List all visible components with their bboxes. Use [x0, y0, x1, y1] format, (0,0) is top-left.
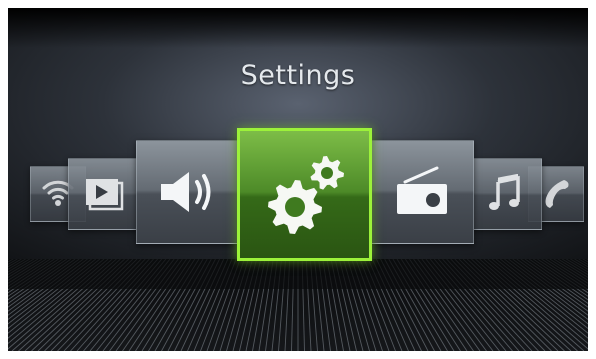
menu-item-radio[interactable] [370, 140, 474, 244]
music-note-icon [486, 174, 526, 214]
menu-item-music[interactable] [470, 158, 542, 230]
menu-item-sound[interactable] [136, 140, 240, 244]
speaker-icon [157, 166, 219, 218]
phone-icon [538, 176, 574, 212]
radio-icon [391, 166, 453, 218]
media-player-icon [82, 175, 126, 213]
menu-item-settings[interactable] [237, 128, 372, 261]
menu-item-media[interactable] [68, 158, 140, 230]
menu-carousel [8, 8, 588, 351]
infotainment-screen: Settings [8, 8, 588, 351]
gears-icon [255, 145, 355, 245]
